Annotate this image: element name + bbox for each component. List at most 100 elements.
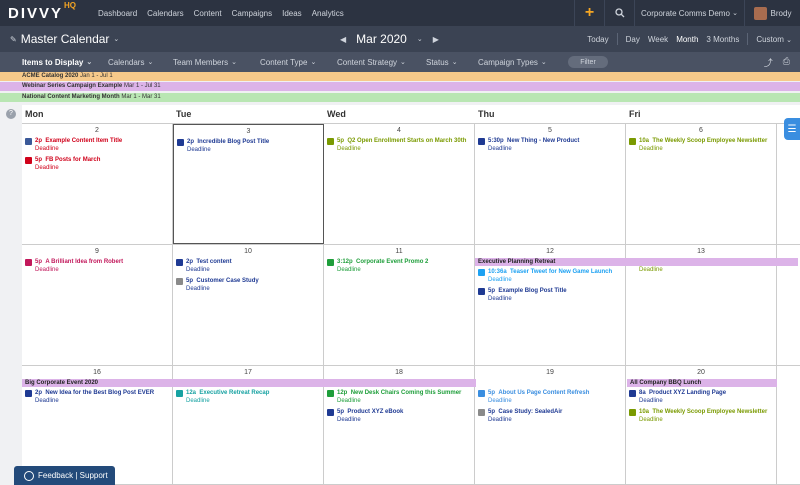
nav-content[interactable]: Content bbox=[194, 9, 222, 18]
day-number: 17 bbox=[244, 369, 252, 376]
event-span-bar[interactable]: Big Corporate Event 2020 bbox=[22, 379, 476, 387]
view-week[interactable]: Week bbox=[648, 35, 668, 44]
items-to-display-dropdown[interactable]: Items to Display ⌄ bbox=[0, 58, 108, 67]
view-3-months[interactable]: 3 Months bbox=[706, 35, 739, 44]
print-icon[interactable]: ⎙ bbox=[783, 56, 790, 69]
calendar-event[interactable]: 12a Executive Retreat Recap Deadline bbox=[173, 389, 323, 405]
calendar-event[interactable]: 10a The Weekly Scoop Employee Newsletter… bbox=[626, 137, 776, 153]
top-nav: DIVVYHQ Dashboard Calendars Content Camp… bbox=[0, 0, 800, 26]
event-time: 2p bbox=[186, 259, 194, 265]
prev-month-icon[interactable]: ◀ bbox=[340, 35, 346, 44]
view-day[interactable]: Day bbox=[626, 35, 640, 44]
content-type-icon bbox=[25, 157, 32, 164]
event-time: 10a bbox=[639, 138, 650, 144]
content-type-icon bbox=[478, 390, 485, 397]
calendar-event[interactable]: 10:36a Teaser Tweet for New Game Launch D… bbox=[475, 268, 625, 284]
feedback-button[interactable]: Feedback | Support bbox=[14, 466, 115, 485]
calendar-event[interactable]: 8a Product XYZ Landing Page Deadline bbox=[626, 389, 776, 405]
filter-calendars[interactable]: Calendars ⌄ bbox=[108, 58, 173, 67]
day-cell[interactable]: 10 2p Test content Deadline 5p Customer Cas… bbox=[173, 245, 324, 365]
calendar-event[interactable]: 5p Product XYZ eBook Deadline bbox=[324, 408, 474, 424]
calendar-event[interactable]: 5p A Brilliant Idea from Robert Deadline bbox=[22, 258, 172, 274]
share-icon[interactable]: ⤴ bbox=[764, 56, 773, 69]
next-month-icon[interactable]: ▶ bbox=[433, 35, 439, 44]
nav-analytics[interactable]: Analytics bbox=[312, 9, 344, 18]
day-cell[interactable]: 4 5p Q2 Open Enrollment Starts on March 3… bbox=[324, 124, 475, 244]
nav-campaigns[interactable]: Campaigns bbox=[232, 9, 272, 18]
event-title: Incredible Blog Post Title bbox=[197, 139, 270, 145]
content-type-icon bbox=[478, 409, 485, 416]
event-title: Executive Retreat Recap bbox=[199, 390, 270, 396]
day-cell[interactable]: 3 2p Incredible Blog Post Title Deadline bbox=[173, 124, 324, 244]
content-type-icon bbox=[176, 390, 183, 397]
filter-status[interactable]: Status ⌄ bbox=[426, 58, 478, 67]
event-title: Customer Case Study bbox=[196, 278, 259, 284]
calendar-event[interactable]: 5:30p New Thing - New Product Deadline bbox=[475, 137, 625, 153]
org-dropdown[interactable]: Corporate Comms Demo ⌄ bbox=[634, 0, 744, 26]
view-custom[interactable]: Custom ⌄ bbox=[756, 35, 792, 44]
calendar-event[interactable]: 5p Q2 Open Enrollment Starts on March 30… bbox=[324, 137, 474, 153]
user-menu[interactable]: Brody bbox=[744, 0, 800, 26]
filter-campaign-types[interactable]: Campaign Types ⌄ bbox=[478, 58, 568, 67]
day-cell[interactable]: 2 2p Example Content Item Title Deadline 5p… bbox=[22, 124, 173, 244]
day-cell[interactable]: 11 3:12p Corporate Event Promo 2 Deadline bbox=[324, 245, 475, 365]
search-icon[interactable] bbox=[604, 0, 634, 26]
day-cell[interactable]: 6 10a The Weekly Scoop Employee Newslette… bbox=[626, 124, 777, 244]
campaign-bar[interactable]: National Content Marketing Month Mar 1 -… bbox=[0, 93, 800, 102]
view-month[interactable]: Month bbox=[676, 35, 698, 44]
chevron-down-icon[interactable]: ⌄ bbox=[417, 35, 423, 43]
calendar-event[interactable]: 12p New Desk Chairs Coming this Summer De… bbox=[324, 389, 474, 405]
event-time: 10:36a bbox=[488, 269, 507, 275]
day-cell[interactable]: 9 5p A Brilliant Idea from Robert Deadline bbox=[22, 245, 173, 365]
chevron-down-icon: ⌄ bbox=[86, 59, 93, 66]
chevron-down-icon[interactable]: ⌄ bbox=[113, 35, 119, 43]
edit-icon[interactable]: ✎ bbox=[10, 35, 17, 44]
calendar-event[interactable]: 10a The Weekly Scoop Employee Newsletter… bbox=[626, 408, 776, 424]
campaign-bar[interactable]: Webinar Series Campaign Example Mar 1 - … bbox=[0, 82, 800, 91]
today-button[interactable]: Today bbox=[587, 35, 608, 44]
calendar-event[interactable]: 2p Example Content Item Title Deadline bbox=[22, 137, 172, 153]
calendar-event[interactable]: 5p About Us Page Content Refresh Deadline bbox=[475, 389, 625, 405]
calendar-event[interactable]: 5p Customer Case Study Deadline bbox=[173, 277, 323, 293]
filter-content-type[interactable]: Content Type ⌄ bbox=[260, 58, 337, 67]
add-icon[interactable]: + bbox=[574, 0, 604, 26]
day-cell[interactable]: 5 5:30p New Thing - New Product Deadline bbox=[475, 124, 626, 244]
event-title: Teaser Tweet for New Game Launch bbox=[510, 269, 613, 275]
calendar-title[interactable]: Master Calendar bbox=[21, 32, 110, 46]
calendar-event[interactable]: 5p FB Posts for March Deadline bbox=[22, 156, 172, 172]
calendar-event[interactable]: 2p New Idea for the Best Blog Post EVER D… bbox=[22, 389, 172, 405]
event-status: Deadline bbox=[337, 398, 361, 404]
event-status: Deadline bbox=[186, 267, 210, 273]
help-icon[interactable]: ? bbox=[6, 109, 16, 119]
day-number: 9 bbox=[95, 248, 99, 255]
event-span-bar[interactable]: All Company BBQ Lunch bbox=[627, 379, 777, 387]
event-title: New Idea for the Best Blog Post EVER bbox=[45, 390, 155, 396]
day-cell[interactable]: 19 5p About Us Page Content Refresh Deadli… bbox=[475, 366, 626, 484]
divvyhq-logo[interactable]: DIVVYHQ bbox=[0, 1, 98, 22]
main-nav-links: Dashboard Calendars Content Campaigns Id… bbox=[98, 9, 344, 18]
calendar-event[interactable]: 2p Incredible Blog Post Title Deadline bbox=[174, 138, 323, 154]
event-status: Deadline bbox=[488, 417, 512, 423]
calendar-event[interactable]: 2p Test content Deadline bbox=[173, 258, 323, 274]
campaign-bar[interactable]: ACME Catalog 2020 Jan 1 - Jul 1 bbox=[0, 72, 800, 81]
event-status: Deadline bbox=[337, 417, 361, 423]
nav-ideas[interactable]: Ideas bbox=[282, 9, 302, 18]
event-span-bar[interactable]: Executive Planning Retreat bbox=[475, 258, 798, 266]
nav-dashboard[interactable]: Dashboard bbox=[98, 9, 137, 18]
filter-content-strategy[interactable]: Content Strategy ⌄ bbox=[337, 58, 426, 67]
calendar-event[interactable]: 3:12p Corporate Event Promo 2 Deadline bbox=[324, 258, 474, 274]
calendar-event[interactable]: 5p Case Study: SealedAir Deadline bbox=[475, 408, 625, 424]
day-number: 20 bbox=[697, 369, 705, 376]
weekday-label: Fri bbox=[629, 109, 641, 119]
current-month[interactable]: Mar 2020 bbox=[356, 32, 407, 46]
calendar-event[interactable]: 5p Example Blog Post Title Deadline bbox=[475, 287, 625, 303]
event-time: 5p bbox=[337, 138, 345, 144]
content-type-icon bbox=[327, 390, 334, 397]
list-view-icon[interactable]: ☰ bbox=[784, 118, 800, 140]
filter-button[interactable]: Filter bbox=[568, 56, 608, 68]
nav-calendars[interactable]: Calendars bbox=[147, 9, 183, 18]
chevron-down-icon: ⌄ bbox=[786, 36, 792, 44]
filter-team-members[interactable]: Team Members ⌄ bbox=[173, 58, 260, 67]
event-title: Product XYZ eBook bbox=[347, 409, 404, 415]
event-title: Example Blog Post Title bbox=[498, 288, 567, 294]
